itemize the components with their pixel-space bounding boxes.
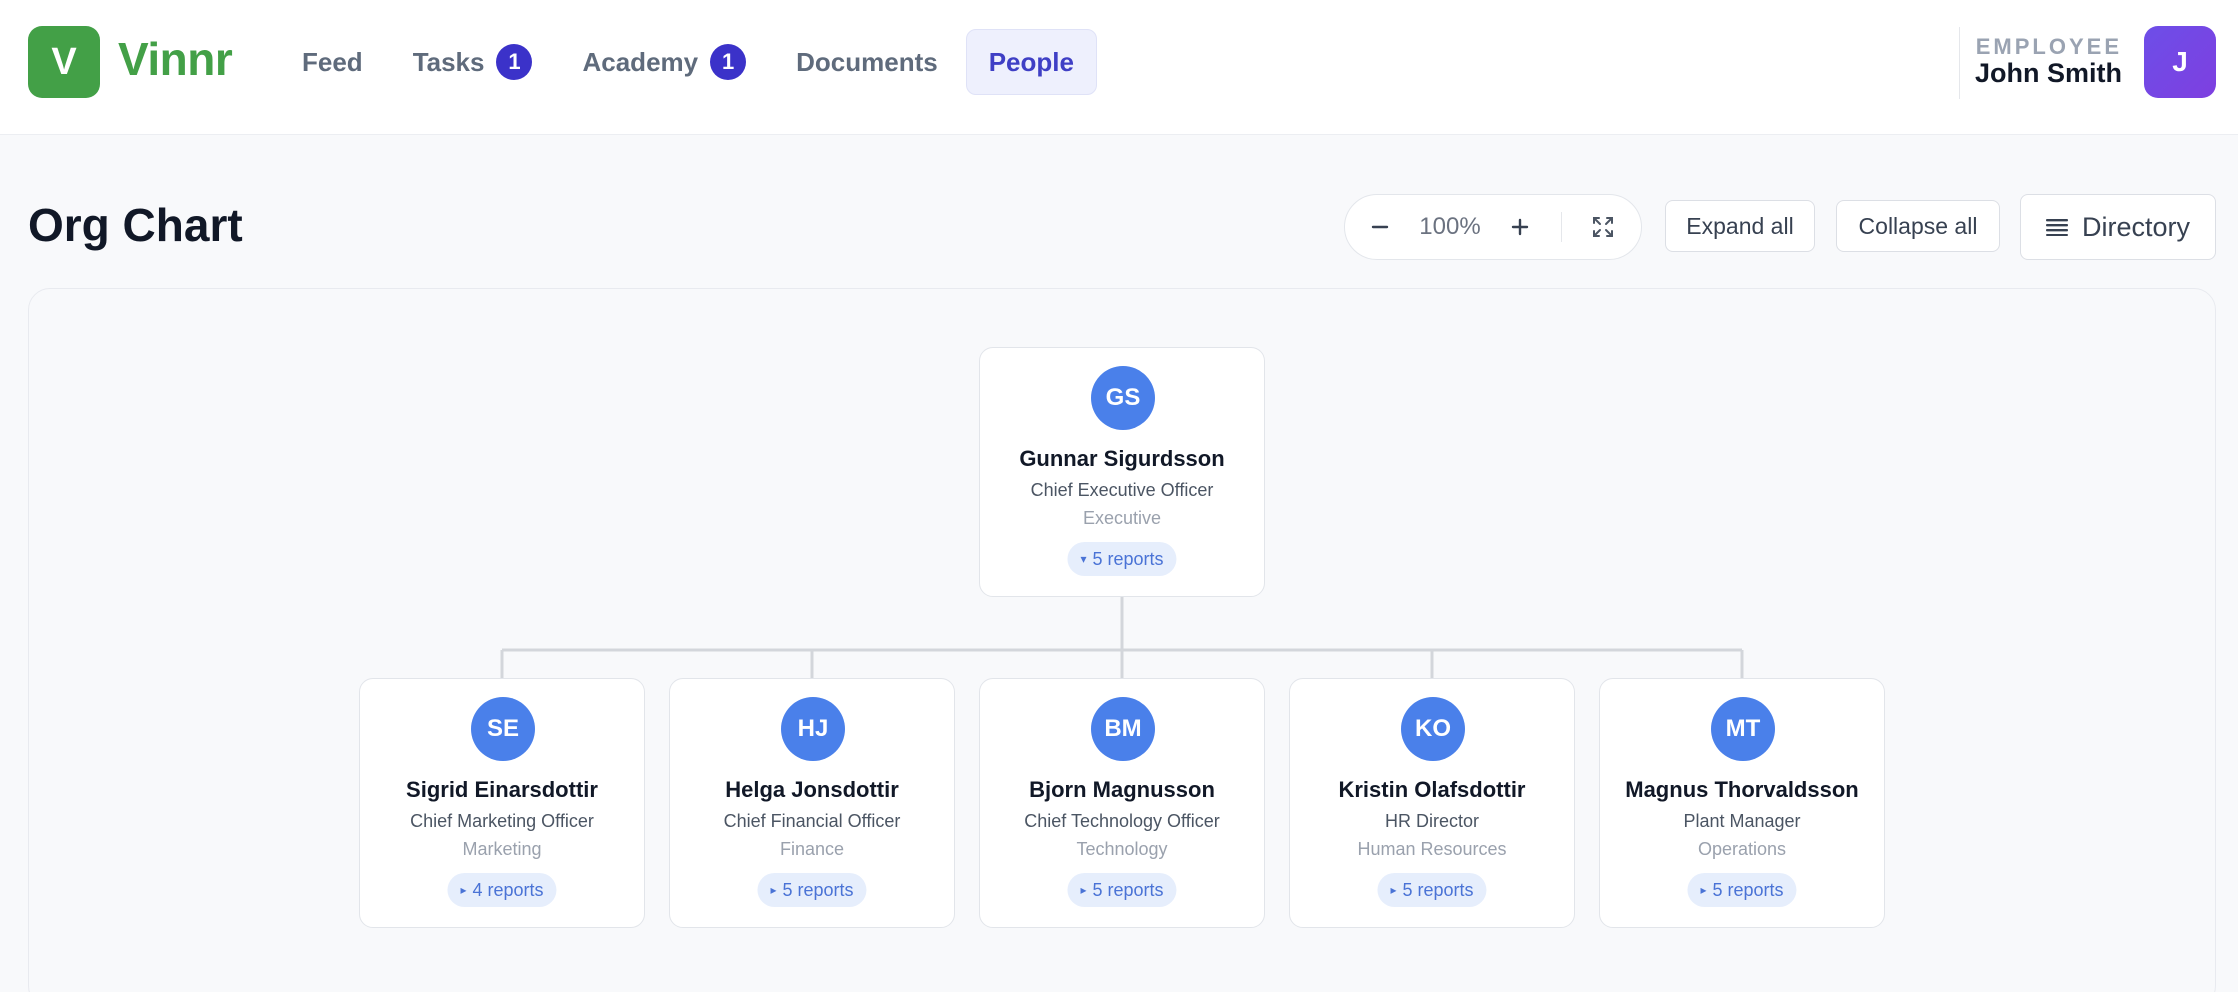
tasks-count-badge: 1 — [496, 44, 533, 80]
brand-name[interactable]: Vinnr — [118, 32, 233, 86]
main-nav: Feed Tasks 1 Academy 1 Documents People — [280, 29, 1103, 95]
org-card-ceo[interactable]: GS Gunnar Sigurdsson Chief Executive Off… — [979, 347, 1265, 597]
person-title: Chief Technology Officer — [1024, 811, 1220, 831]
nav-item-feed[interactable]: Feed — [280, 29, 385, 95]
nav-label: People — [988, 46, 1074, 77]
person-department: Human Resources — [1357, 839, 1507, 859]
plus-icon — [1511, 218, 1529, 236]
caret-right-icon: ▸ — [460, 883, 467, 897]
person-name: Magnus Thorvaldsson — [1625, 777, 1859, 802]
directory-label: Directory — [2081, 211, 2190, 242]
reports-count: 5 reports — [1712, 879, 1784, 900]
person-department: Operations — [1697, 839, 1787, 859]
org-card-cto[interactable]: BM Bjorn Magnusson Chief Technology Offi… — [979, 678, 1265, 928]
top-bar: V Vinnr Feed Tasks 1 Academy 1 Documents… — [0, 0, 2238, 135]
reports-toggle[interactable]: ▸ 4 reports — [447, 873, 557, 907]
zoom-level: 100% — [1419, 213, 1481, 240]
logo-mark[interactable]: V — [28, 26, 100, 98]
reports-toggle[interactable]: ▸ 5 reports — [1687, 873, 1797, 907]
fit-to-screen-button[interactable] — [1568, 195, 1638, 259]
nav-label: Academy — [582, 46, 699, 77]
person-title: Chief Financial Officer — [723, 811, 901, 831]
reports-toggle[interactable]: ▾ 5 reports — [1067, 542, 1177, 576]
nav-item-academy[interactable]: Academy 1 — [560, 29, 768, 95]
nav-item-tasks[interactable]: Tasks 1 — [391, 29, 555, 95]
user-role: EMPLOYEE — [1975, 34, 2122, 59]
org-card-cfo[interactable]: HJ Helga Jonsdottir Chief Financial Offi… — [669, 678, 955, 928]
nav-label: Tasks — [412, 46, 485, 77]
person-title: HR Director — [1384, 811, 1479, 831]
avatar: SE — [471, 697, 535, 761]
reports-toggle[interactable]: ▸ 5 reports — [757, 873, 867, 907]
fullscreen-icon — [1593, 217, 1613, 237]
caret-right-icon: ▸ — [770, 883, 777, 897]
person-name: Sigrid Einarsdottir — [406, 777, 598, 802]
reports-count: 5 reports — [782, 879, 854, 900]
minus-icon — [1371, 225, 1389, 229]
nav-label: Documents — [796, 46, 938, 77]
person-name: Kristin Olafsdottir — [1338, 777, 1526, 802]
academy-count-badge: 1 — [710, 44, 747, 80]
avatar: KO — [1401, 697, 1465, 761]
reports-toggle[interactable]: ▸ 5 reports — [1377, 873, 1487, 907]
caret-right-icon: ▸ — [1390, 883, 1397, 897]
person-title: Chief Marketing Officer — [410, 811, 594, 831]
expand-all-button[interactable]: Expand all — [1665, 200, 1815, 252]
list-icon — [2045, 218, 2068, 236]
org-card-cmo[interactable]: SE Sigrid Einarsdottir Chief Marketing O… — [359, 678, 645, 928]
org-card-hr-director[interactable]: KO Kristin Olafsdottir HR Director Human… — [1289, 678, 1575, 928]
zoom-controls: 100% — [1344, 194, 1642, 260]
person-name: Bjorn Magnusson — [1029, 777, 1215, 802]
person-name: Gunnar Sigurdsson — [1019, 446, 1225, 471]
user-name: John Smith — [1975, 58, 2122, 88]
caret-right-icon: ▸ — [1700, 883, 1707, 897]
person-department: Finance — [779, 839, 845, 859]
zoom-in-button[interactable] — [1485, 195, 1555, 259]
directory-button[interactable]: Directory — [2020, 194, 2216, 260]
avatar: MT — [1711, 697, 1775, 761]
zoom-out-button[interactable] — [1345, 195, 1415, 259]
org-card-plant-manager[interactable]: MT Magnus Thorvaldsson Plant Manager Ope… — [1599, 678, 1885, 928]
avatar: BM — [1091, 697, 1155, 761]
caret-right-icon: ▸ — [1080, 883, 1087, 897]
person-department: Marketing — [462, 839, 542, 859]
reports-count: 5 reports — [1092, 548, 1164, 569]
user-avatar[interactable]: J — [2144, 26, 2216, 98]
person-department: Executive — [1082, 508, 1162, 528]
reports-count: 5 reports — [1092, 879, 1164, 900]
person-title: Plant Manager — [1683, 811, 1801, 831]
zoom-separator — [1561, 212, 1562, 242]
person-name: Helga Jonsdottir — [725, 777, 899, 802]
avatar: GS — [1091, 366, 1155, 430]
nav-item-documents[interactable]: Documents — [774, 29, 960, 95]
reports-count: 5 reports — [1402, 879, 1474, 900]
reports-toggle[interactable]: ▸ 5 reports — [1067, 873, 1177, 907]
avatar: HJ — [781, 697, 845, 761]
person-department: Technology — [1076, 839, 1168, 859]
nav-label: Feed — [302, 46, 363, 77]
collapse-all-button[interactable]: Collapse all — [1836, 200, 2000, 252]
header-divider — [1959, 27, 1960, 99]
reports-count: 4 reports — [472, 879, 544, 900]
person-title: Chief Executive Officer — [1030, 480, 1214, 500]
caret-down-icon: ▾ — [1080, 552, 1087, 566]
nav-item-people[interactable]: People — [965, 29, 1097, 95]
page-title: Org Chart — [28, 199, 243, 251]
